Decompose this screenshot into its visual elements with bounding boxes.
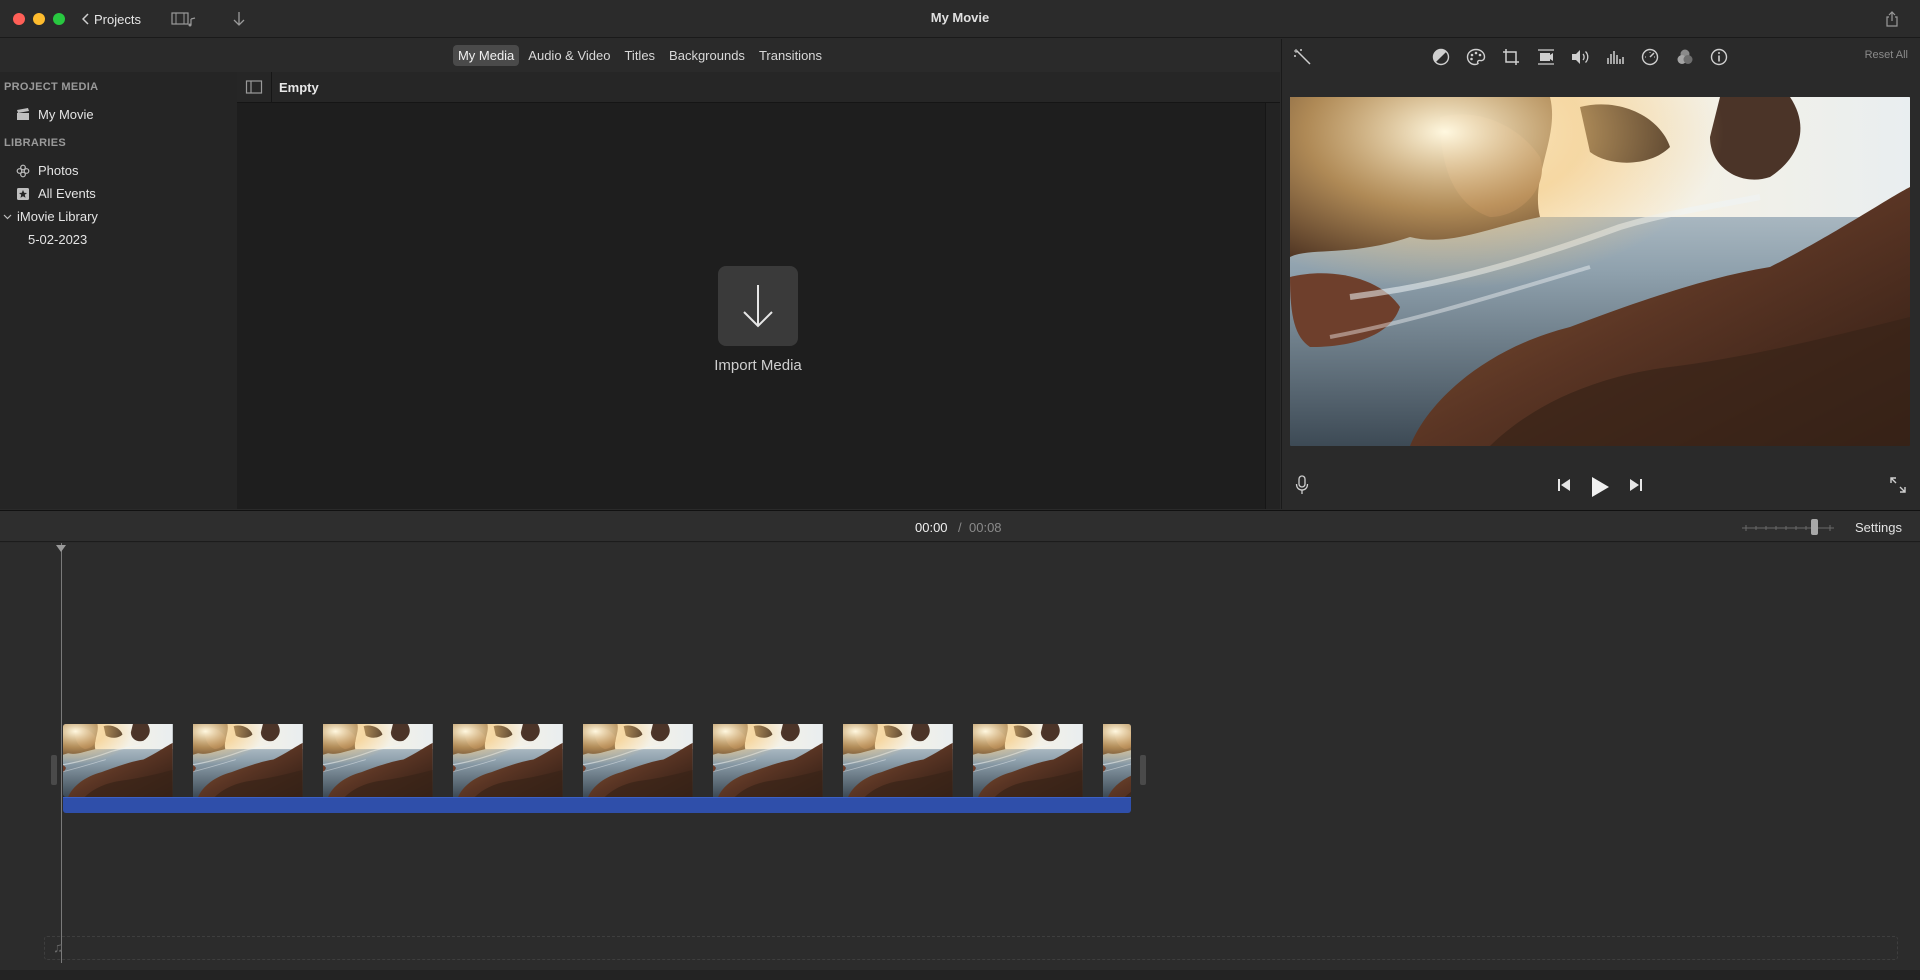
speed-button[interactable] (1639, 47, 1661, 67)
color-correction-button[interactable] (1465, 47, 1487, 67)
arrow-down-icon (743, 285, 773, 328)
skip-forward-icon (1630, 479, 1642, 491)
timeline-settings-button[interactable]: Settings (1855, 520, 1902, 535)
playhead-handle[interactable] (56, 545, 66, 552)
media-browser-content: Empty Import Media (237, 72, 1280, 509)
magic-wand-icon (1294, 49, 1311, 65)
info-icon (1710, 48, 1728, 66)
clip-trim-end-handle[interactable] (1140, 755, 1146, 785)
skip-back-icon (1558, 479, 1570, 491)
clip-info-button[interactable] (1708, 47, 1730, 67)
content-header: Empty (237, 72, 1280, 103)
noise-reduction-button[interactable] (1604, 47, 1626, 67)
play-icon (1592, 477, 1609, 497)
timeline-zoom-slider[interactable] (1742, 524, 1834, 532)
color-balance-button[interactable] (1430, 47, 1452, 67)
tab-backgrounds[interactable]: Backgrounds (664, 45, 750, 66)
clip-audio-track[interactable] (63, 797, 1131, 813)
color-correction-icon (1466, 48, 1486, 66)
clip-frame (193, 724, 304, 797)
clip-frame (63, 724, 174, 797)
volume-icon (1572, 50, 1589, 64)
timeline[interactable]: ♫ (0, 543, 1920, 970)
share-button[interactable] (1882, 9, 1902, 29)
viewer-panel: Reset All (1281, 39, 1920, 509)
star-icon (17, 187, 29, 200)
reset-all-button[interactable]: Reset All (1865, 49, 1908, 61)
sidebar-toggle-icon[interactable] (245, 79, 263, 95)
stabilization-icon (1538, 49, 1554, 65)
speed-icon (1641, 48, 1659, 66)
sidebar-item-label: 5-02-2023 (28, 232, 88, 247)
play-button[interactable] (1588, 475, 1612, 499)
clip-filter-button[interactable] (1674, 47, 1696, 67)
volume-button[interactable] (1569, 47, 1591, 67)
import-media-label: Import Media (714, 357, 802, 374)
tab-audio-video[interactable]: Audio & Video (523, 45, 615, 66)
window-title: My Movie (930, 10, 990, 25)
clapperboard-icon (17, 108, 29, 120)
clip-frame (973, 724, 1084, 797)
crop-button[interactable] (1500, 47, 1522, 67)
skip-forward-button[interactable] (1626, 475, 1646, 495)
sidebar-item-all-events[interactable]: All Events (16, 186, 96, 201)
clip-frame (583, 724, 694, 797)
sidebar-item-my-movie[interactable]: My Movie (16, 107, 94, 122)
sidebar-item-label: iMovie Library (17, 209, 98, 224)
tab-transitions[interactable]: Transitions (754, 45, 827, 66)
noise-reduction-icon (1607, 51, 1624, 64)
sidebar-item-label: All Events (38, 186, 96, 201)
enhance-button[interactable] (1292, 47, 1314, 67)
chevron-down-icon[interactable] (3, 212, 12, 221)
clip-frame (323, 724, 434, 797)
expand-icon (1890, 477, 1906, 493)
title-bar: Projects My Movie (0, 0, 1920, 38)
playhead-line[interactable] (61, 543, 62, 963)
sidebar-item-event-date[interactable]: 5-02-2023 (28, 232, 87, 247)
video-clip[interactable] (63, 724, 1131, 797)
timeline-toolbar: 00:00 / 00:08 Settings (0, 510, 1920, 542)
timecode-separator: / (958, 520, 962, 535)
video-preview[interactable] (1290, 97, 1910, 446)
clip-trim-start-handle[interactable] (51, 755, 57, 785)
import-media-button[interactable] (718, 266, 798, 346)
sidebar-item-label: My Movie (38, 107, 94, 122)
preview-frame-image (1290, 97, 1910, 446)
color-balance-icon (1432, 48, 1450, 66)
current-timecode: 00:00 (915, 520, 948, 535)
clip-frame (453, 724, 564, 797)
microphone-icon (1295, 475, 1309, 494)
project-media-header: PROJECT MEDIA (4, 81, 99, 93)
sidebar-item-imovie-library[interactable]: iMovie Library (3, 209, 98, 224)
clip-frame (1103, 724, 1131, 797)
photos-icon (16, 164, 30, 177)
zoom-slider-thumb[interactable] (1811, 519, 1818, 535)
voiceover-button[interactable] (1292, 475, 1312, 495)
fullscreen-button[interactable] (1888, 475, 1908, 495)
stabilization-button[interactable] (1535, 47, 1557, 67)
clip-filmstrip (63, 724, 1131, 797)
media-browser-tabs: My Media Audio & Video Titles Background… (0, 39, 1280, 72)
header-divider (271, 72, 272, 103)
crop-icon (1503, 49, 1519, 65)
libraries-sidebar: PROJECT MEDIA My Movie LIBRARIES Photos … (0, 72, 237, 509)
sidebar-item-label: Photos (38, 163, 79, 178)
window-bottom-edge (0, 970, 1920, 980)
tab-my-media[interactable]: My Media (452, 45, 520, 66)
libraries-header: LIBRARIES (4, 137, 66, 149)
content-title: Empty (279, 80, 319, 95)
skip-back-button[interactable] (1554, 475, 1574, 495)
clip-frame (843, 724, 954, 797)
browser-scrollbar[interactable] (1265, 103, 1280, 509)
clip-frame (713, 724, 824, 797)
music-note-icon: ♫ (53, 939, 64, 955)
tab-titles[interactable]: Titles (619, 45, 660, 66)
background-music-well[interactable] (44, 936, 1898, 960)
sidebar-item-photos[interactable]: Photos (16, 163, 78, 178)
clip-filter-icon (1677, 49, 1693, 64)
total-duration: 00:08 (969, 520, 1002, 535)
share-icon (1886, 11, 1898, 27)
